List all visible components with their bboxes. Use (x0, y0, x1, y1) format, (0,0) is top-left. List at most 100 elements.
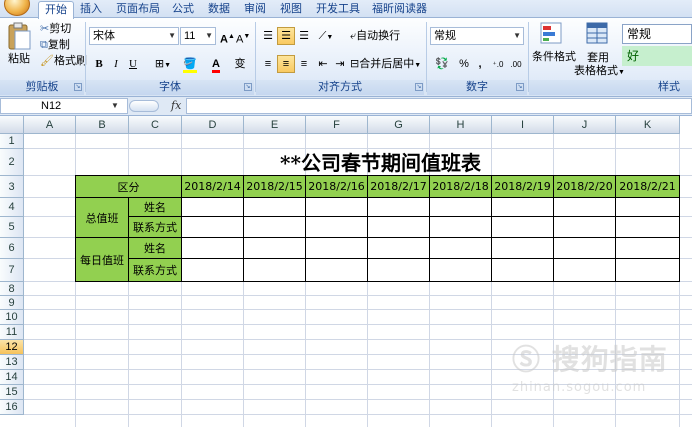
table-cell[interactable] (244, 217, 306, 238)
column-header-g[interactable]: G (368, 116, 430, 134)
row-header-1[interactable]: 1 (0, 134, 24, 149)
header-date[interactable]: 2018/2/19 (492, 176, 554, 198)
comma-button[interactable]: , (473, 55, 487, 73)
font-color-button[interactable]: A (205, 55, 227, 73)
font-name-select[interactable]: 宋体 ▼ (89, 27, 179, 45)
row-header-8[interactable]: 8 (0, 282, 24, 296)
tab-view[interactable]: 视图 (274, 1, 308, 18)
phonetic-button[interactable]: 变 (229, 55, 251, 73)
table-cell[interactable] (306, 198, 368, 217)
clipboard-launcher-icon[interactable]: ↘ (74, 83, 82, 91)
column-header-c[interactable]: C (129, 116, 182, 134)
table-cell[interactable] (492, 217, 554, 238)
header-date[interactable]: 2018/2/17 (368, 176, 430, 198)
row-header-15[interactable]: 15 (0, 385, 24, 400)
group-label-general-duty[interactable]: 总值班 (76, 198, 129, 238)
tab-insert[interactable]: 插入 (74, 1, 108, 18)
tab-formulas[interactable]: 公式 (166, 1, 200, 18)
grow-font-button[interactable]: A▲ (219, 27, 235, 46)
table-cell[interactable] (244, 238, 306, 259)
orientation-button[interactable]: ⟋▼ (314, 27, 338, 45)
column-header-a[interactable]: A (24, 116, 76, 134)
table-cell[interactable] (182, 238, 244, 259)
table-cell[interactable] (616, 238, 680, 259)
font-launcher-icon[interactable]: ↘ (244, 83, 252, 91)
table-cell[interactable] (244, 198, 306, 217)
shrink-font-button[interactable]: A▼ (235, 27, 251, 46)
italic-button[interactable]: I (108, 55, 124, 73)
header-category[interactable]: 区分 (76, 176, 182, 198)
table-cell[interactable] (430, 217, 492, 238)
table-cell[interactable] (616, 217, 680, 238)
tab-data[interactable]: 数据 (202, 1, 236, 18)
header-date[interactable]: 2018/2/18 (430, 176, 492, 198)
borders-button[interactable]: ⊞▼ (152, 55, 174, 73)
column-header-d[interactable]: D (182, 116, 244, 134)
table-cell[interactable] (554, 238, 616, 259)
increase-decimal-button[interactable]: ⁺.0 (489, 55, 507, 73)
column-header-b[interactable]: B (76, 116, 129, 134)
percent-button[interactable]: % (456, 55, 472, 73)
wrap-text-button[interactable]: ⤶自动换行 (350, 29, 400, 43)
table-cell[interactable] (182, 217, 244, 238)
table-cell[interactable] (554, 259, 616, 282)
table-cell[interactable] (616, 198, 680, 217)
row-header-12[interactable]: 12 (0, 340, 24, 355)
table-cell[interactable] (430, 259, 492, 282)
table-cell[interactable] (306, 259, 368, 282)
table-cell[interactable] (182, 259, 244, 282)
table-cell[interactable] (492, 259, 554, 282)
column-header-i[interactable]: I (492, 116, 554, 134)
table-cell[interactable] (368, 198, 430, 217)
name-box[interactable]: N12 ▼ (0, 98, 128, 114)
conditional-format-button[interactable]: 条件格式 (532, 50, 576, 64)
row-header-4[interactable]: 4 (0, 198, 24, 217)
align-right-button[interactable]: ≡ (295, 55, 313, 73)
row-label-name[interactable]: 姓名 (129, 198, 182, 217)
underline-button[interactable]: U (125, 55, 141, 73)
row-label-name[interactable]: 姓名 (129, 238, 182, 259)
paste-button[interactable]: 粘贴 (8, 52, 30, 66)
row-header-6[interactable]: 6 (0, 238, 24, 259)
decrease-decimal-button[interactable]: .00 (507, 55, 525, 73)
table-cell[interactable] (430, 198, 492, 217)
header-date[interactable]: 2018/2/15 (244, 176, 306, 198)
row-header-5[interactable]: 5 (0, 217, 24, 238)
tab-developer[interactable]: 开发工具 (310, 1, 366, 18)
table-cell[interactable] (554, 217, 616, 238)
header-date[interactable]: 2018/2/20 (554, 176, 616, 198)
table-cell[interactable] (368, 259, 430, 282)
style-good[interactable]: 好 (622, 46, 692, 66)
number-launcher-icon[interactable]: ↘ (516, 83, 524, 91)
fill-color-button[interactable]: 🪣 (178, 55, 202, 73)
merge-center-button[interactable]: ⊟合并后居中▼ (350, 57, 421, 73)
format-table-icon[interactable] (586, 22, 610, 46)
bold-button[interactable]: B (91, 55, 107, 73)
alignment-launcher-icon[interactable]: ↘ (415, 83, 423, 91)
row-header-16[interactable]: 16 (0, 400, 24, 415)
table-cell[interactable] (430, 238, 492, 259)
row-label-contact[interactable]: 联系方式 (129, 259, 182, 282)
table-cell[interactable] (368, 217, 430, 238)
table-cell[interactable] (492, 198, 554, 217)
header-date[interactable]: 2018/2/16 (306, 176, 368, 198)
decrease-indent-button[interactable]: ⇤ (314, 55, 332, 73)
row-header-13[interactable]: 13 (0, 355, 24, 370)
table-cell[interactable] (244, 259, 306, 282)
tab-page-layout[interactable]: 页面布局 (110, 1, 166, 18)
table-cell[interactable] (554, 198, 616, 217)
table-cell[interactable] (616, 259, 680, 282)
format-table-label-2[interactable]: 表格格式▼ (574, 64, 625, 80)
group-label-daily-duty[interactable]: 每日值班 (76, 238, 129, 282)
column-header-e[interactable]: E (244, 116, 306, 134)
table-cell[interactable] (368, 238, 430, 259)
header-date[interactable]: 2018/2/21 (616, 176, 680, 198)
row-header-3[interactable]: 3 (0, 176, 24, 198)
cut-button[interactable]: ✂剪切 (40, 22, 71, 36)
row-header-9[interactable]: 9 (0, 296, 24, 310)
align-bottom-button[interactable]: ☰ (295, 27, 313, 45)
select-all-corner[interactable] (0, 116, 24, 134)
align-middle-button[interactable]: ☰ (277, 27, 295, 45)
column-header-k[interactable]: K (616, 116, 680, 134)
row-header-7[interactable]: 7 (0, 259, 24, 282)
